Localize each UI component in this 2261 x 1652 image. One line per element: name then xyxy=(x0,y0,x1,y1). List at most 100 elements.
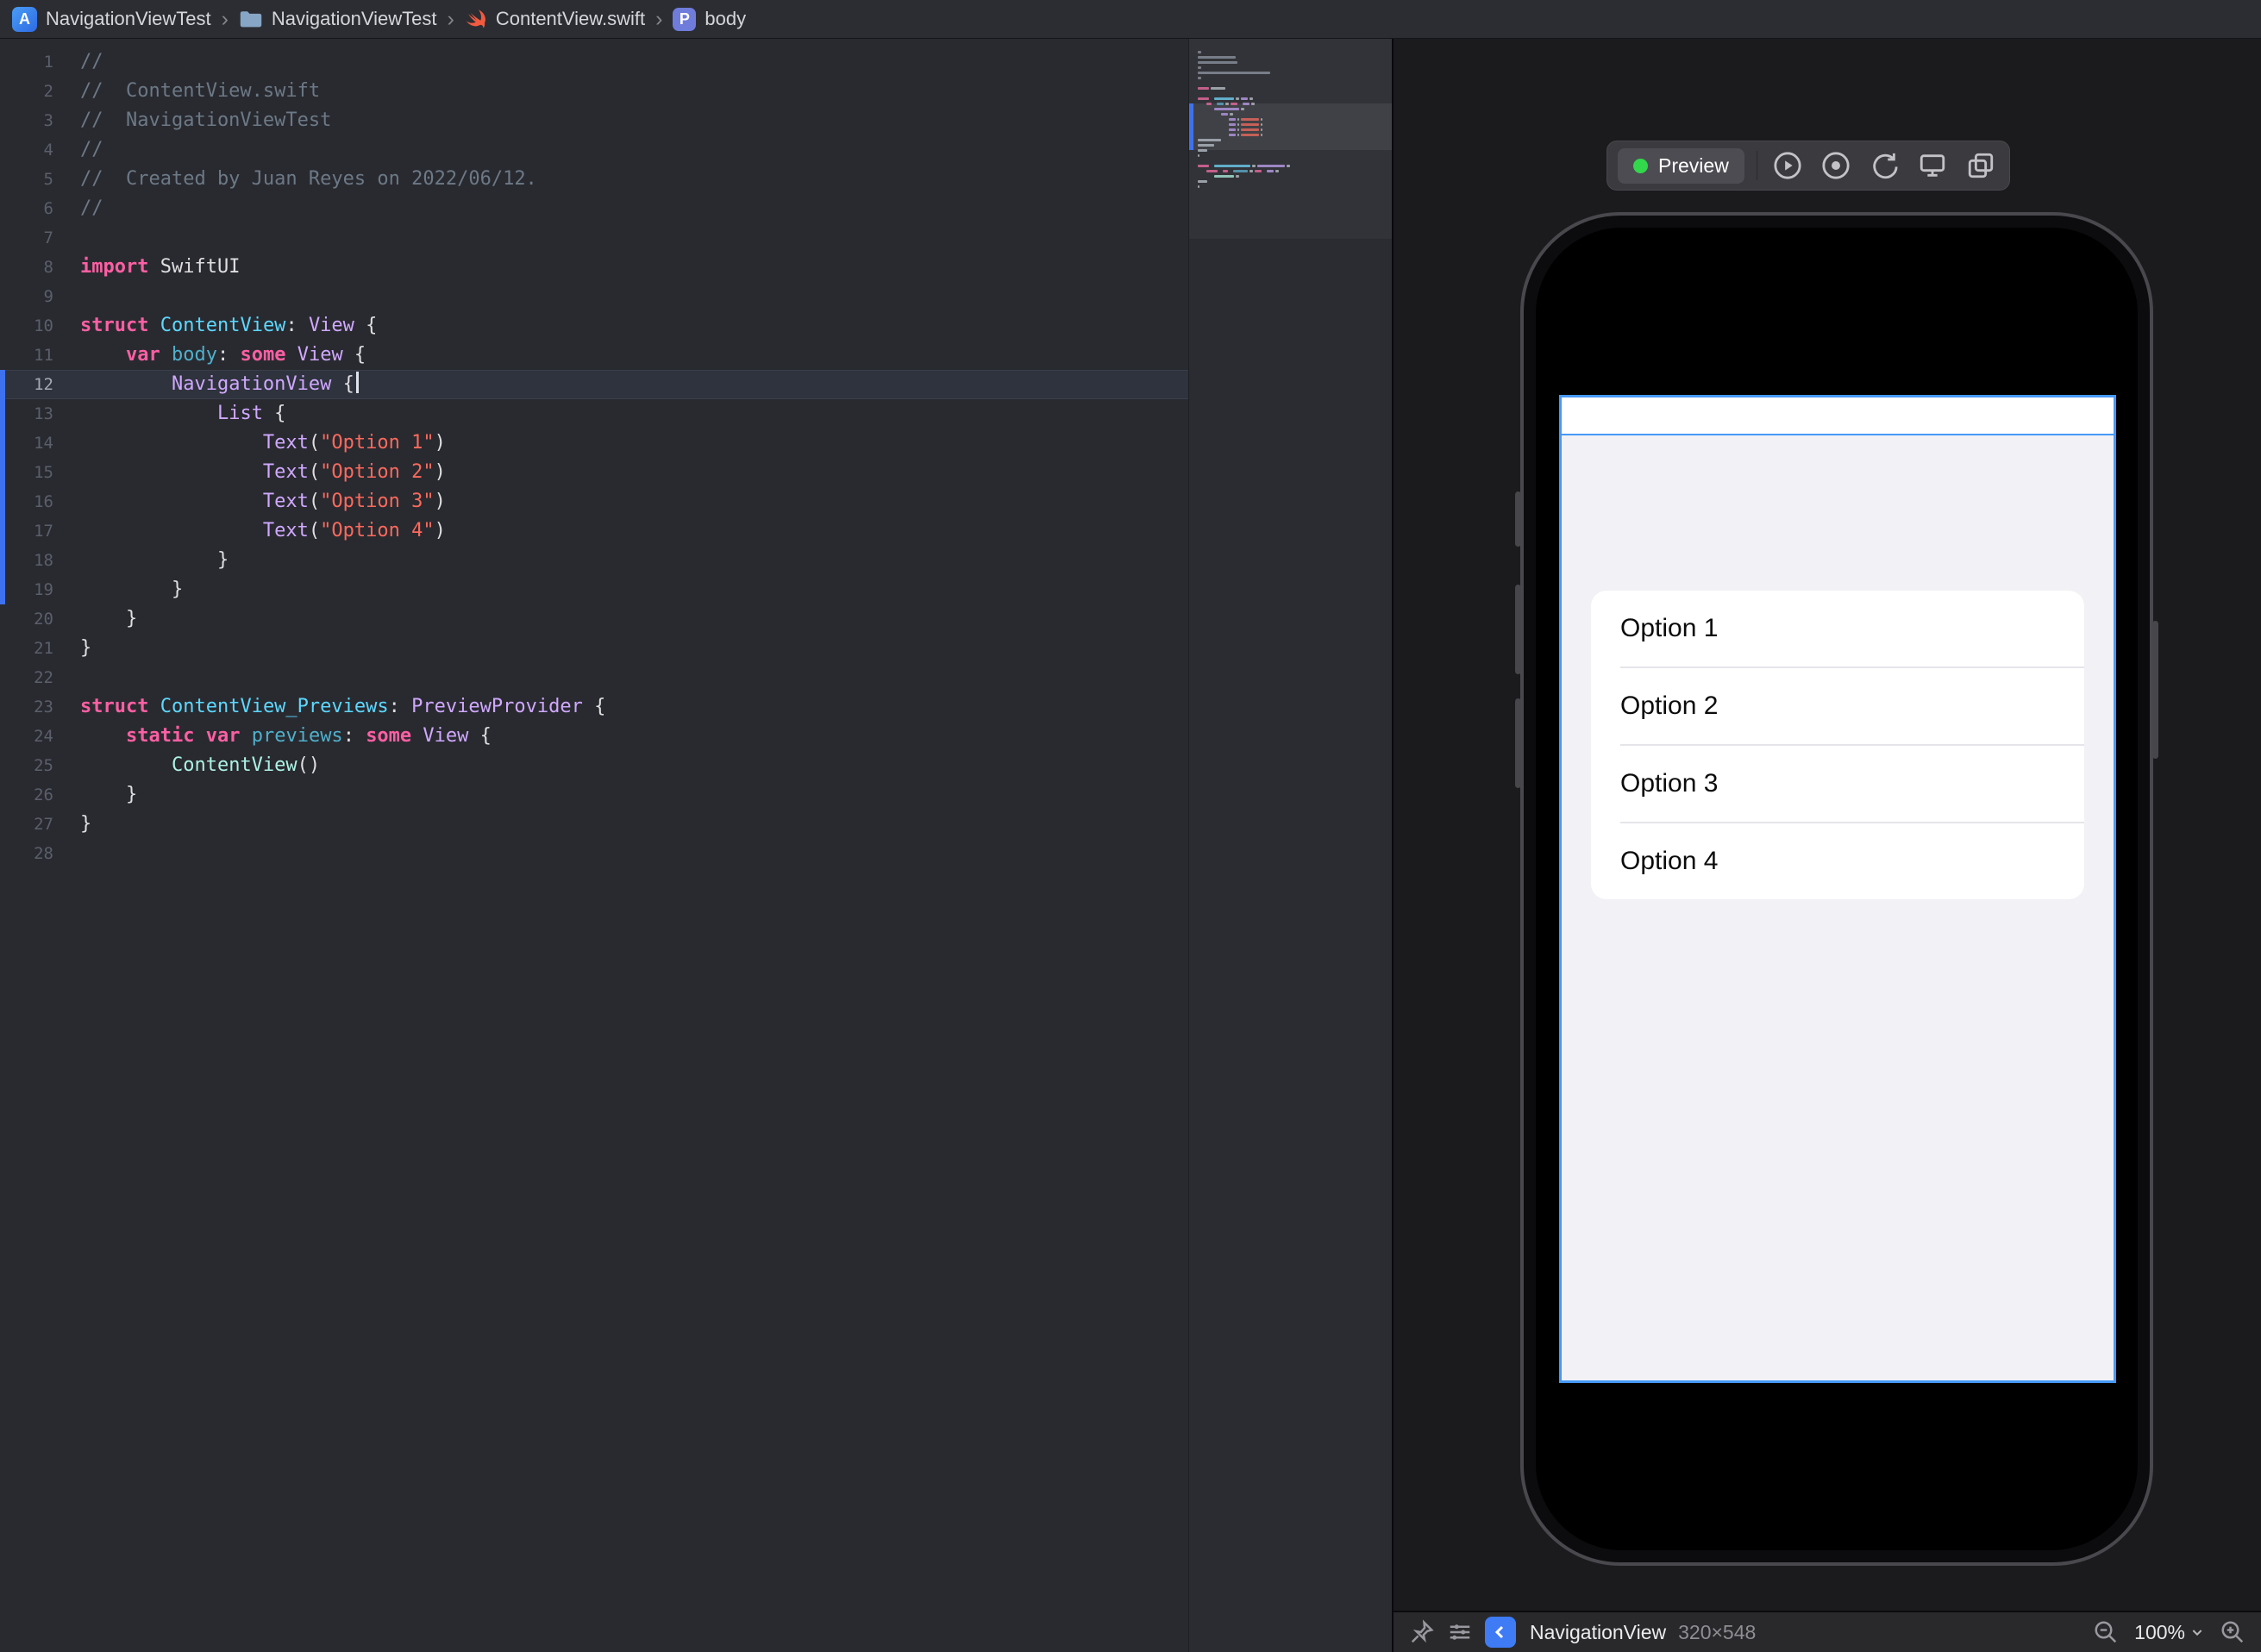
code-line-20[interactable]: 20 } xyxy=(0,604,1188,634)
code-line-26[interactable]: 26 } xyxy=(0,780,1188,810)
breadcrumb-file[interactable]: ContentView.swift xyxy=(496,8,645,30)
line-number[interactable]: 24 xyxy=(0,722,67,751)
line-number[interactable]: 1 xyxy=(0,47,67,77)
line-number[interactable]: 15 xyxy=(0,458,67,487)
rotate-icon[interactable] xyxy=(1866,147,1902,184)
line-number[interactable]: 3 xyxy=(0,106,67,135)
canvas-status-bar: NavigationView 320×548 100% xyxy=(1394,1611,2261,1652)
line-number[interactable]: 2 xyxy=(0,77,67,106)
code-text: Text("Option 2") xyxy=(262,461,446,483)
display-icon[interactable] xyxy=(1914,147,1951,184)
code-line-22[interactable]: 22 xyxy=(0,663,1188,692)
line-number[interactable]: 28 xyxy=(0,839,67,868)
code-line-17[interactable]: 17 Text("Option 4") xyxy=(0,516,1188,546)
code-line-3[interactable]: 3 // NavigationViewTest xyxy=(0,106,1188,135)
code-line-10[interactable]: 10 struct ContentView: View { xyxy=(0,311,1188,341)
line-number[interactable]: 17 xyxy=(0,516,67,546)
code-line-18[interactable]: 18 } xyxy=(0,546,1188,575)
line-number[interactable]: 12 xyxy=(0,370,67,399)
code-text: } xyxy=(80,637,92,659)
code-line-14[interactable]: 14 Text("Option 1") xyxy=(0,429,1188,458)
breadcrumb-group[interactable]: NavigationViewTest xyxy=(272,8,437,30)
code-text: } xyxy=(80,579,184,600)
code-line-24[interactable]: 24 static var previews: some View { xyxy=(0,722,1188,751)
navigation-view-selection[interactable]: Option 1 Option 2 Option 3 Option 4 xyxy=(1559,395,2116,1383)
device-frame: Option 1 Option 2 Option 3 Option 4 xyxy=(1515,212,2158,1566)
code-line-28[interactable]: 28 xyxy=(0,839,1188,868)
line-number[interactable]: 22 xyxy=(0,663,67,692)
code-text: NavigationView { xyxy=(67,370,359,399)
line-number[interactable]: 27 xyxy=(0,810,67,839)
code-line-25[interactable]: 25 ContentView() xyxy=(0,751,1188,780)
code-line-21[interactable]: 21} xyxy=(0,634,1188,663)
preview-toggle-button[interactable]: Preview xyxy=(1618,147,1744,184)
code-line-4[interactable]: 4 // xyxy=(0,135,1188,165)
list-row-option-2[interactable]: Option 2 xyxy=(1591,668,2084,744)
code-line-1[interactable]: 1 // xyxy=(0,47,1188,77)
navigation-bar xyxy=(1562,397,2114,435)
code-line-12[interactable]: 12 NavigationView { xyxy=(0,370,1188,399)
line-number[interactable]: 16 xyxy=(0,487,67,516)
chevron-right-icon: › xyxy=(221,6,229,31)
minimap-line xyxy=(1198,189,1392,194)
zoom-in-icon[interactable] xyxy=(2220,1619,2245,1645)
code-text: Text("Option 3") xyxy=(262,491,446,512)
code-editor[interactable]: 1 // 2 // ContentView.swift 3 // NavigationVi… xyxy=(0,39,1188,1652)
code-line-16[interactable]: 16 Text("Option 3") xyxy=(0,487,1188,516)
line-number[interactable]: 21 xyxy=(0,634,67,663)
line-number[interactable]: 4 xyxy=(0,135,67,165)
list-row-option-4[interactable]: Option 4 xyxy=(1591,823,2084,899)
breadcrumb-symbol[interactable]: body xyxy=(705,8,746,30)
line-number[interactable]: 5 xyxy=(0,165,67,194)
code-line-7[interactable]: 7 xyxy=(0,223,1188,253)
line-number[interactable]: 8 xyxy=(0,253,67,282)
code-line-23[interactable]: 23 struct ContentView_Previews: PreviewPr… xyxy=(0,692,1188,722)
code-line-5[interactable]: 5 // Created by Juan Reyes on 2022/06/12. xyxy=(0,165,1188,194)
line-number[interactable]: 13 xyxy=(0,399,67,429)
code-line-27[interactable]: 27} xyxy=(0,810,1188,839)
zoom-level-button[interactable]: 100% xyxy=(2134,1621,2204,1644)
back-chevron-icon[interactable] xyxy=(1485,1617,1516,1648)
line-number[interactable]: 25 xyxy=(0,751,67,780)
line-number[interactable]: 18 xyxy=(0,546,67,575)
list-row-option-3[interactable]: Option 3 xyxy=(1591,746,2084,822)
preview-toggle-label: Preview xyxy=(1658,153,1729,177)
code-text: } xyxy=(80,784,138,805)
line-number[interactable]: 11 xyxy=(0,341,67,370)
list-row-option-1[interactable]: Option 1 xyxy=(1591,591,2084,666)
code-line-13[interactable]: 13 List { xyxy=(0,399,1188,429)
code-line-11[interactable]: 11 var body: some View { xyxy=(0,341,1188,370)
code-line-19[interactable]: 19 } xyxy=(0,575,1188,604)
list-row-label: Option 4 xyxy=(1620,847,1719,875)
line-number[interactable]: 7 xyxy=(0,223,67,253)
duplicate-preview-icon[interactable] xyxy=(1963,147,1999,184)
code-line-6[interactable]: 6 // xyxy=(0,194,1188,223)
play-circle-icon[interactable] xyxy=(1769,147,1806,184)
minimap[interactable] xyxy=(1188,39,1392,1652)
code-line-8[interactable]: 8 import SwiftUI xyxy=(0,253,1188,282)
line-number[interactable]: 9 xyxy=(0,282,67,311)
breadcrumb-project[interactable]: NavigationViewTest xyxy=(46,8,211,30)
selected-element-size: 320×548 xyxy=(1678,1620,1757,1643)
code-text: import SwiftUI xyxy=(80,256,241,278)
code-line-2[interactable]: 2 // ContentView.swift xyxy=(0,77,1188,106)
code-line-15[interactable]: 15 Text("Option 2") xyxy=(0,458,1188,487)
line-number[interactable]: 10 xyxy=(0,311,67,341)
code-lines: 1 // 2 // ContentView.swift 3 // NavigationVi… xyxy=(0,47,1188,868)
line-number[interactable]: 14 xyxy=(0,429,67,458)
line-number[interactable]: 26 xyxy=(0,780,67,810)
code-line-9[interactable]: 9 xyxy=(0,282,1188,311)
chevron-right-icon: › xyxy=(447,6,454,31)
inspect-icon[interactable] xyxy=(1818,147,1854,184)
pin-icon[interactable] xyxy=(1409,1619,1435,1645)
line-number[interactable]: 20 xyxy=(0,604,67,634)
code-text: // xyxy=(80,139,103,160)
line-number[interactable]: 19 xyxy=(0,575,67,604)
zoom-out-icon[interactable] xyxy=(2093,1619,2119,1645)
adjust-icon[interactable] xyxy=(1447,1619,1473,1645)
line-number[interactable]: 6 xyxy=(0,194,67,223)
line-number[interactable]: 23 xyxy=(0,692,67,722)
